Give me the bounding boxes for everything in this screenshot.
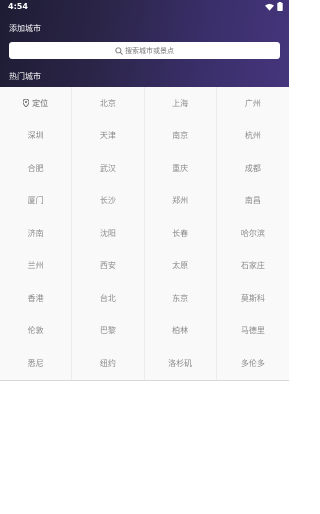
wifi-icon	[265, 3, 274, 11]
locate-label: 定位	[32, 98, 49, 108]
city-item[interactable]: 太原	[145, 249, 217, 282]
city-item[interactable]: 巴黎	[72, 314, 145, 347]
city-item[interactable]: 西安	[72, 249, 145, 282]
city-item[interactable]: 重庆	[145, 152, 217, 185]
search-icon	[115, 46, 123, 55]
city-item[interactable]: 武汉	[72, 152, 145, 185]
city-item[interactable]: 杭州	[217, 120, 289, 153]
city-item[interactable]: 莫斯科	[217, 282, 289, 315]
city-item[interactable]: 沈阳	[72, 217, 145, 250]
section-title: 热门城市	[9, 72, 41, 81]
location-pin-icon	[23, 99, 30, 108]
battery-icon	[277, 2, 283, 11]
city-item[interactable]: 柏林	[145, 314, 217, 347]
search-placeholder: 搜索城市或景点	[125, 46, 174, 55]
city-item[interactable]: 北京	[72, 87, 145, 120]
city-item[interactable]: 郑州	[145, 184, 217, 217]
city-item[interactable]: 深圳	[0, 119, 73, 152]
status-icons	[265, 2, 283, 11]
search-input[interactable]: 搜索城市或景点	[9, 42, 280, 59]
city-item[interactable]: 厦门	[0, 184, 73, 217]
city-item[interactable]: 上海	[145, 87, 217, 120]
city-item[interactable]: 南昌	[217, 185, 289, 218]
city-item[interactable]: 天津	[72, 119, 145, 152]
city-item[interactable]: 纽约	[72, 347, 145, 380]
city-grid: 定位 北京 上海 广州深圳 天津 南京 杭州合肥 武汉 重庆 成都厦门 长沙 郑州 南昌济南 沈阳 长春哈…	[0, 87, 289, 381]
city-item[interactable]: 南京	[145, 119, 217, 152]
city-item[interactable]: 洛杉矶	[145, 347, 217, 380]
status-time: 4:54	[8, 2, 28, 11]
city-item[interactable]: 长沙	[72, 184, 145, 217]
city-item[interactable]: 哈尔滨	[217, 217, 289, 250]
city-item[interactable]: 兰州	[0, 249, 73, 282]
page-title: 添加城市	[9, 24, 41, 33]
city-item[interactable]: 马德里	[217, 315, 289, 348]
status-bar: 4:54	[0, 0, 289, 13]
header: 4:54 添加城市 搜索城市或景点 热门城市	[0, 0, 289, 87]
city-item[interactable]: 悉尼	[0, 347, 73, 380]
city-item[interactable]: 广州	[217, 87, 289, 120]
city-item[interactable]: 济南	[0, 217, 73, 250]
city-item[interactable]: 多伦多	[217, 347, 289, 380]
city-item[interactable]: 东京	[145, 282, 217, 315]
city-item[interactable]: 合肥	[0, 152, 73, 185]
locate-button[interactable]: 定位	[0, 87, 73, 120]
city-item[interactable]: 石家庄	[217, 250, 289, 283]
city-item[interactable]: 成都	[217, 152, 289, 185]
city-item[interactable]: 伦敦	[0, 314, 73, 347]
city-item[interactable]: 香港	[0, 282, 73, 315]
city-item[interactable]: 长春	[145, 217, 217, 250]
city-item[interactable]: 台北	[72, 282, 145, 315]
